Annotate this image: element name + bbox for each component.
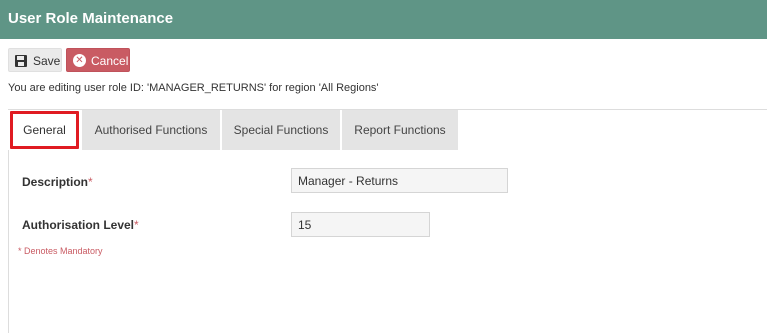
description-label-text: Description	[22, 175, 89, 189]
tab-general[interactable]: General	[10, 111, 79, 149]
mandatory-note: * Denotes Mandatory	[18, 246, 103, 256]
floppy-disk-icon	[15, 55, 27, 67]
tab-special-functions[interactable]: Special Functions	[222, 110, 341, 150]
tab-authorised-functions[interactable]: Authorised Functions	[82, 110, 221, 150]
save-button-label: Save	[33, 54, 61, 68]
page-title: User Role Maintenance	[8, 10, 174, 27]
close-circle-icon: ✕	[73, 54, 86, 67]
description-label: Description*	[22, 175, 93, 189]
authorisation-level-label-text: Authorisation Level	[22, 218, 135, 232]
cancel-button[interactable]: ✕ Cancel	[66, 48, 130, 72]
description-input[interactable]	[291, 168, 508, 193]
page-header: User Role Maintenance	[0, 0, 767, 39]
content-panel-border	[8, 150, 9, 333]
save-button[interactable]: Save	[8, 48, 62, 72]
tab-report-functions[interactable]: Report Functions	[342, 110, 459, 150]
editing-info-text: You are editing user role ID: 'MANAGER_R…	[8, 82, 379, 94]
authorisation-level-input[interactable]	[291, 212, 430, 237]
required-marker: *	[134, 218, 139, 232]
required-marker: *	[88, 175, 93, 189]
authorisation-level-label: Authorisation Level*	[22, 218, 139, 232]
cancel-button-label: Cancel	[91, 54, 129, 68]
